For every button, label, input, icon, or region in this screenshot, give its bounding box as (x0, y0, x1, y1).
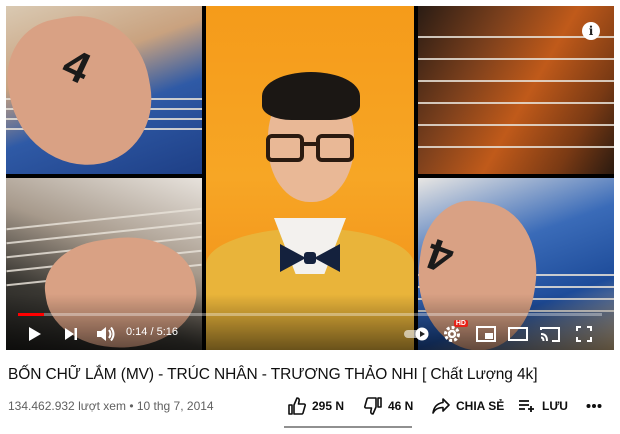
bowtie (280, 244, 340, 272)
progress-bar[interactable] (18, 313, 602, 316)
cast-icon[interactable] (538, 322, 562, 346)
meta-separator: • (125, 399, 137, 413)
share-button[interactable]: CHIA SẺ (432, 394, 504, 418)
dislike-button[interactable]: 46 N (364, 394, 413, 418)
video-player[interactable]: 4 4 i 0:14 / 5:16 HD (6, 6, 614, 350)
autoplay-toggle-icon[interactable] (402, 322, 430, 346)
play-icon[interactable] (24, 322, 46, 346)
video-meta: 134.462.932 lượt xem • 10 thg 7, 2014 (8, 399, 214, 413)
time-separator: / (147, 326, 157, 338)
playlist-add-icon (519, 400, 534, 412)
thumbs-up-icon (288, 397, 306, 415)
theater-mode-icon[interactable] (506, 322, 530, 346)
settings-gear-icon[interactable]: HD (440, 320, 468, 346)
player-controls: 0:14 / 5:16 HD (6, 320, 614, 346)
view-count: 134.462.932 lượt xem (8, 399, 126, 413)
sentiment-bar (284, 426, 412, 428)
thumbs-down-icon (364, 397, 382, 415)
share-icon (432, 398, 450, 414)
miniplayer-icon[interactable] (474, 322, 498, 346)
glasses (266, 134, 356, 164)
fullscreen-icon[interactable] (572, 322, 596, 346)
upload-date: 10 thg 7, 2014 (136, 399, 214, 413)
more-actions-button[interactable] (586, 394, 608, 418)
next-icon[interactable] (60, 322, 82, 346)
video-title: BỐN CHỮ LẮM (MV) - TRÚC NHÂN - TRƯƠNG TH… (8, 366, 538, 383)
info-icon[interactable]: i (582, 22, 600, 40)
save-button[interactable]: LƯU (518, 394, 568, 418)
volume-icon[interactable] (94, 322, 118, 346)
dislike-count: 46 N (388, 399, 414, 413)
share-label: CHIA SẺ (456, 399, 505, 413)
like-count: 295 N (312, 399, 345, 413)
progress-bar-fill (18, 313, 45, 316)
time-total: 5:16 (156, 326, 179, 338)
like-button[interactable]: 295 N (288, 394, 344, 418)
video-frame-top-left: 4 (6, 6, 202, 174)
time-display: 0:14 / 5:16 (126, 326, 178, 338)
hd-badge: HD (453, 320, 468, 327)
time-current: 0:14 (126, 326, 148, 338)
more-horiz-icon (586, 404, 602, 408)
save-label: LƯU (542, 399, 568, 413)
